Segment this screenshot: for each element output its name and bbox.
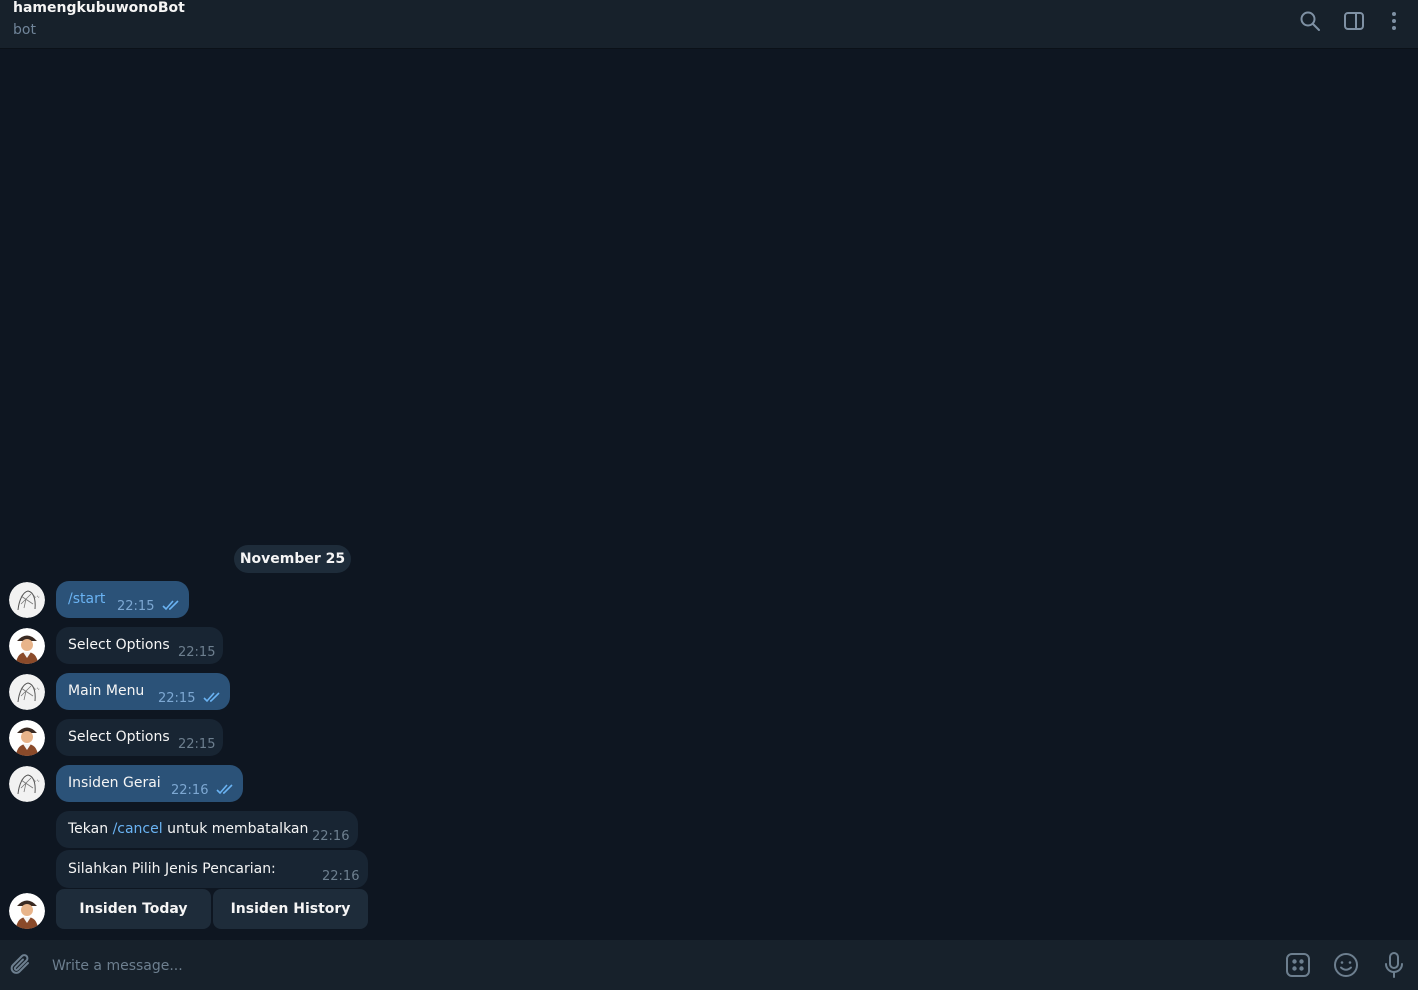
svg-text:∿∿: ∿∿ xyxy=(33,594,40,599)
message-time: 22:16 xyxy=(322,869,360,884)
message-text: Main Menu xyxy=(68,683,145,699)
bot-avatar[interactable] xyxy=(9,720,45,756)
read-ticks-icon xyxy=(216,784,233,795)
user-avatar[interactable]: ∿∿ xyxy=(9,766,45,802)
message-text: Select Options xyxy=(68,637,170,653)
message-time: 22:15 xyxy=(178,737,216,752)
emoji-icon[interactable] xyxy=(1333,952,1359,978)
bot-avatar[interactable] xyxy=(9,628,45,664)
inline-button-insiden-today[interactable]: Insiden Today xyxy=(56,889,211,929)
chat-header: hamengkubuwonoBot bot xyxy=(0,0,1418,49)
user-avatar[interactable]: ∿∿ xyxy=(9,674,45,710)
bot-avatar[interactable] xyxy=(9,893,45,929)
sidebar-toggle-icon[interactable] xyxy=(1343,10,1365,32)
message-time: 22:16 xyxy=(312,829,350,844)
message-bubble-outgoing[interactable]: Main Menu 22:15 xyxy=(56,673,230,710)
date-separator: November 25 xyxy=(234,545,351,573)
message-text: Select Options xyxy=(68,729,170,745)
message-text: Silahkan Pilih Jenis Pencarian: xyxy=(68,861,276,877)
attach-icon[interactable] xyxy=(8,952,34,978)
more-vertical-icon[interactable] xyxy=(1383,10,1405,32)
svg-text:∿∿: ∿∿ xyxy=(33,778,40,783)
message-text-suffix: untuk membatalkan xyxy=(162,821,309,837)
message-input[interactable] xyxy=(50,950,1254,982)
message-bubble-incoming[interactable]: Tekan /cancel untuk membatalkan 22:16 xyxy=(56,811,358,848)
message-bubble-outgoing[interactable]: /start 22:15 xyxy=(56,581,189,618)
inline-button-insiden-history[interactable]: Insiden History xyxy=(213,889,368,929)
read-ticks-icon xyxy=(203,692,220,703)
message-time: 22:15 xyxy=(158,691,196,706)
message-time: 22:15 xyxy=(178,645,216,660)
message-text-prefix: Tekan xyxy=(68,821,113,837)
message-time: 22:16 xyxy=(171,783,209,798)
message-composer xyxy=(0,940,1418,990)
message-list[interactable] xyxy=(0,49,1418,939)
svg-text:∿∿: ∿∿ xyxy=(33,686,40,691)
chat-title[interactable]: hamengkubuwonoBot xyxy=(13,0,185,16)
chat-subtitle: bot xyxy=(13,22,36,38)
search-icon[interactable] xyxy=(1299,10,1321,32)
message-bubble-incoming[interactable]: Select Options 22:15 xyxy=(56,719,223,756)
message-text[interactable]: /start xyxy=(68,591,105,607)
message-bubble-incoming[interactable]: Select Options 22:15 xyxy=(56,627,223,664)
message-bubble-incoming[interactable]: Silahkan Pilih Jenis Pencarian: 22:16 xyxy=(56,850,368,888)
bot-menu-icon[interactable] xyxy=(1285,952,1311,978)
user-avatar[interactable]: ∿∿ xyxy=(9,582,45,618)
microphone-icon[interactable] xyxy=(1381,951,1407,978)
message-bubble-outgoing[interactable]: Insiden Gerai 22:16 xyxy=(56,765,243,802)
message-time: 22:15 xyxy=(117,599,155,614)
read-ticks-icon xyxy=(162,600,179,611)
cancel-command-link[interactable]: /cancel xyxy=(113,821,163,837)
message-text: Insiden Gerai xyxy=(68,775,161,791)
